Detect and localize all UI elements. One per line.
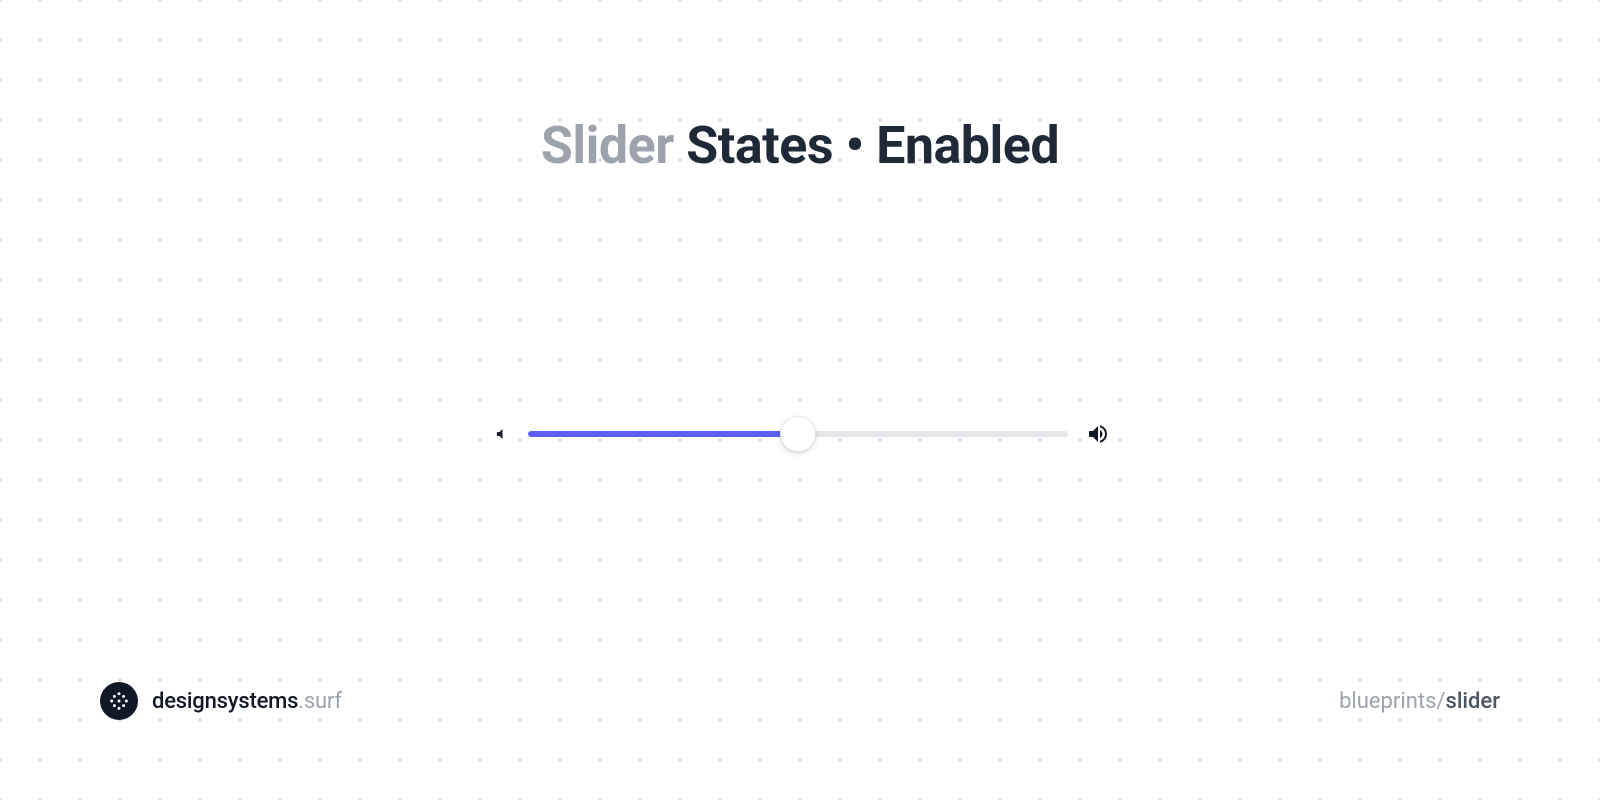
slider-fill bbox=[528, 431, 798, 437]
breadcrumb-path: blueprints/ bbox=[1339, 689, 1445, 714]
volume-slider-group bbox=[490, 414, 1110, 454]
brand-text: designsystems.surf bbox=[152, 689, 342, 714]
footer: designsystems.surf blueprints/slider bbox=[0, 682, 1600, 720]
page-title: Slider States • Enabled bbox=[0, 115, 1600, 176]
brand: designsystems.surf bbox=[100, 682, 342, 720]
volume-up-icon bbox=[1086, 422, 1110, 446]
breadcrumb-current: slider bbox=[1446, 689, 1501, 714]
title-strong: States • Enabled bbox=[674, 115, 1059, 176]
title-muted: Slider bbox=[541, 115, 674, 176]
brand-name: designsystems bbox=[152, 689, 298, 714]
volume-slider[interactable] bbox=[528, 414, 1068, 454]
breadcrumb: blueprints/slider bbox=[1339, 689, 1500, 714]
volume-mute-icon bbox=[490, 424, 510, 444]
slider-thumb[interactable] bbox=[780, 416, 816, 452]
brand-logo-icon bbox=[100, 682, 138, 720]
brand-tld: .surf bbox=[298, 689, 342, 714]
